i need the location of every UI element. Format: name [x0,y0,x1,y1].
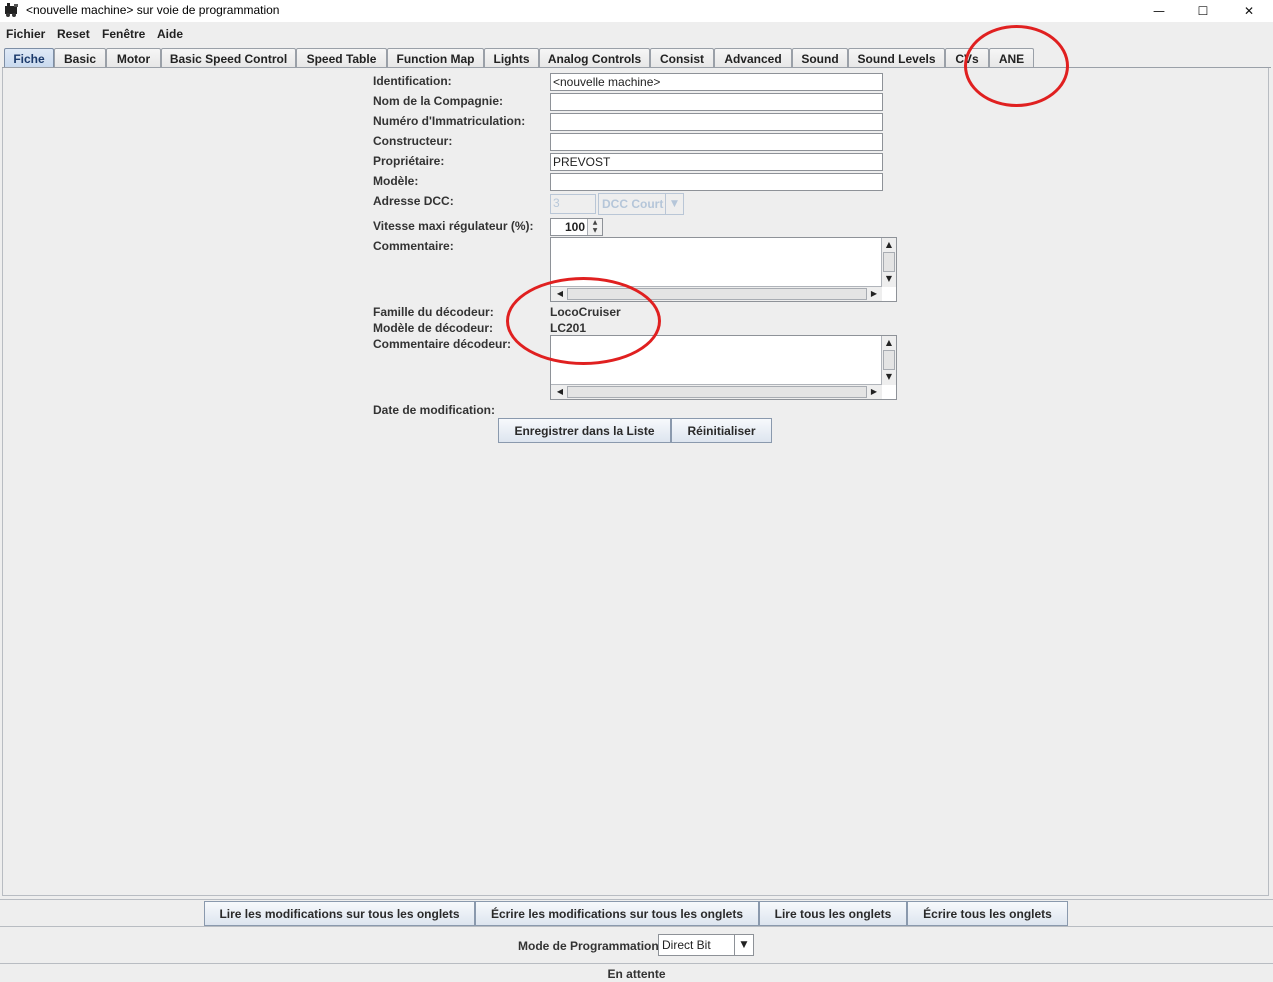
minimize-icon: — [1153,4,1165,18]
decoder-comment-vertical-scrollbar[interactable]: ▲ ▼ [881,336,896,385]
read-all-tabs-button[interactable]: Lire tous les onglets [759,901,907,926]
write-all-tabs-button[interactable]: Écrire tous les onglets [907,901,1068,926]
tab-sound-levels[interactable]: Sound Levels [848,48,945,68]
max-speed-spinner[interactable]: 100 ▲ ▼ [550,218,603,236]
separator [0,926,1273,927]
scroll-thumb[interactable] [883,350,895,370]
modification-date-label: Date de modification: [373,403,496,417]
model-field[interactable] [550,173,883,191]
identification-field[interactable]: <nouvelle machine> [550,73,883,91]
decoder-comment-horizontal-scrollbar[interactable]: ◀ ▶ [551,384,882,399]
maximize-icon: ☐ [1197,4,1209,18]
separator [0,963,1273,964]
maximize-button[interactable]: ☐ [1180,0,1226,22]
scroll-right-icon[interactable]: ▶ [867,386,881,398]
close-button[interactable]: ✕ [1226,0,1272,22]
max-speed-value: 100 [564,220,585,234]
scroll-right-icon[interactable]: ▶ [867,288,881,300]
dcc-address-label: Adresse DCC: [373,194,454,208]
spin-up-icon[interactable]: ▲ [587,219,602,227]
menu-bar: Fichier Reset Fenêtre Aide [0,24,1273,44]
chevron-down-icon[interactable]: ▼ [734,935,753,955]
menu-fenetre[interactable]: Fenêtre [102,27,145,41]
scroll-down-icon[interactable]: ▼ [882,371,896,383]
decoder-comment-label: Commentaire décodeur: [373,337,512,351]
dcc-mode-value: DCC Court [602,197,664,211]
scroll-down-icon[interactable]: ▼ [882,273,896,285]
tab-basic[interactable]: Basic [54,48,106,68]
window-title: <nouvelle machine> sur voie de programma… [26,3,280,17]
tab-advanced[interactable]: Advanced [714,48,792,68]
separator [0,899,1273,900]
builder-label: Constructeur: [373,134,453,148]
menu-fichier[interactable]: Fichier [6,27,45,41]
tab-analog-controls[interactable]: Analog Controls [539,48,650,68]
dcc-address-field: 3 [550,194,596,214]
reset-button[interactable]: Réinitialiser [671,418,772,443]
scroll-left-icon[interactable]: ◀ [553,386,567,398]
programming-mode-value: Direct Bit [662,938,711,952]
decoder-family-label: Famille du décodeur: [373,305,494,319]
dcc-mode-select: DCC Court ▼ [598,193,684,215]
identification-label: Identification: [373,74,452,88]
tab-function-map[interactable]: Function Map [387,48,484,68]
minimize-button[interactable]: — [1136,0,1182,22]
company-field[interactable] [550,93,883,111]
tab-motor[interactable]: Motor [106,48,161,68]
company-label: Nom de la Compagnie: [373,94,504,108]
red-circle-decoder-info [506,277,661,365]
save-to-list-button[interactable]: Enregistrer dans la Liste [498,418,671,443]
menu-reset[interactable]: Reset [57,27,90,41]
scroll-up-icon[interactable]: ▲ [882,337,896,349]
red-circle-ane-tab [964,25,1069,107]
scroll-thumb[interactable] [883,252,895,272]
max-speed-label: Vitesse maxi régulateur (%): [373,219,534,233]
tab-consist[interactable]: Consist [650,48,714,68]
comment-label: Commentaire: [373,239,454,253]
builder-field[interactable] [550,133,883,151]
comment-vertical-scrollbar[interactable]: ▲ ▼ [881,238,896,287]
write-changes-all-tabs-button[interactable]: Écrire les modifications sur tous les on… [475,901,759,926]
programming-mode-select[interactable]: Direct Bit ▼ [658,934,754,956]
tab-sound[interactable]: Sound [792,48,848,68]
scroll-thumb[interactable] [567,386,867,398]
tab-lights[interactable]: Lights [484,48,539,68]
decoder-model-label: Modèle de décodeur: [373,321,494,335]
registration-label: Numéro d'Immatriculation: [373,114,526,128]
tab-basic-speed-control[interactable]: Basic Speed Control [161,48,296,68]
registration-field[interactable] [550,113,883,131]
menu-aide[interactable]: Aide [157,27,183,41]
model-label: Modèle: [373,174,419,188]
status-text: En attente [607,967,666,981]
chevron-down-icon: ▼ [665,194,683,214]
tab-speed-table[interactable]: Speed Table [296,48,387,68]
programming-mode-label: Mode de Programmation [518,939,659,953]
owner-field[interactable]: PREVOST [550,153,883,171]
spin-down-icon[interactable]: ▼ [587,227,602,235]
tab-fiche[interactable]: Fiche [4,48,54,68]
read-changes-all-tabs-button[interactable]: Lire les modifications sur tous les ongl… [204,901,475,926]
app-icon [4,2,20,18]
owner-label: Propriétaire: [373,154,445,168]
close-icon: ✕ [1243,4,1255,18]
scroll-up-icon[interactable]: ▲ [882,239,896,251]
